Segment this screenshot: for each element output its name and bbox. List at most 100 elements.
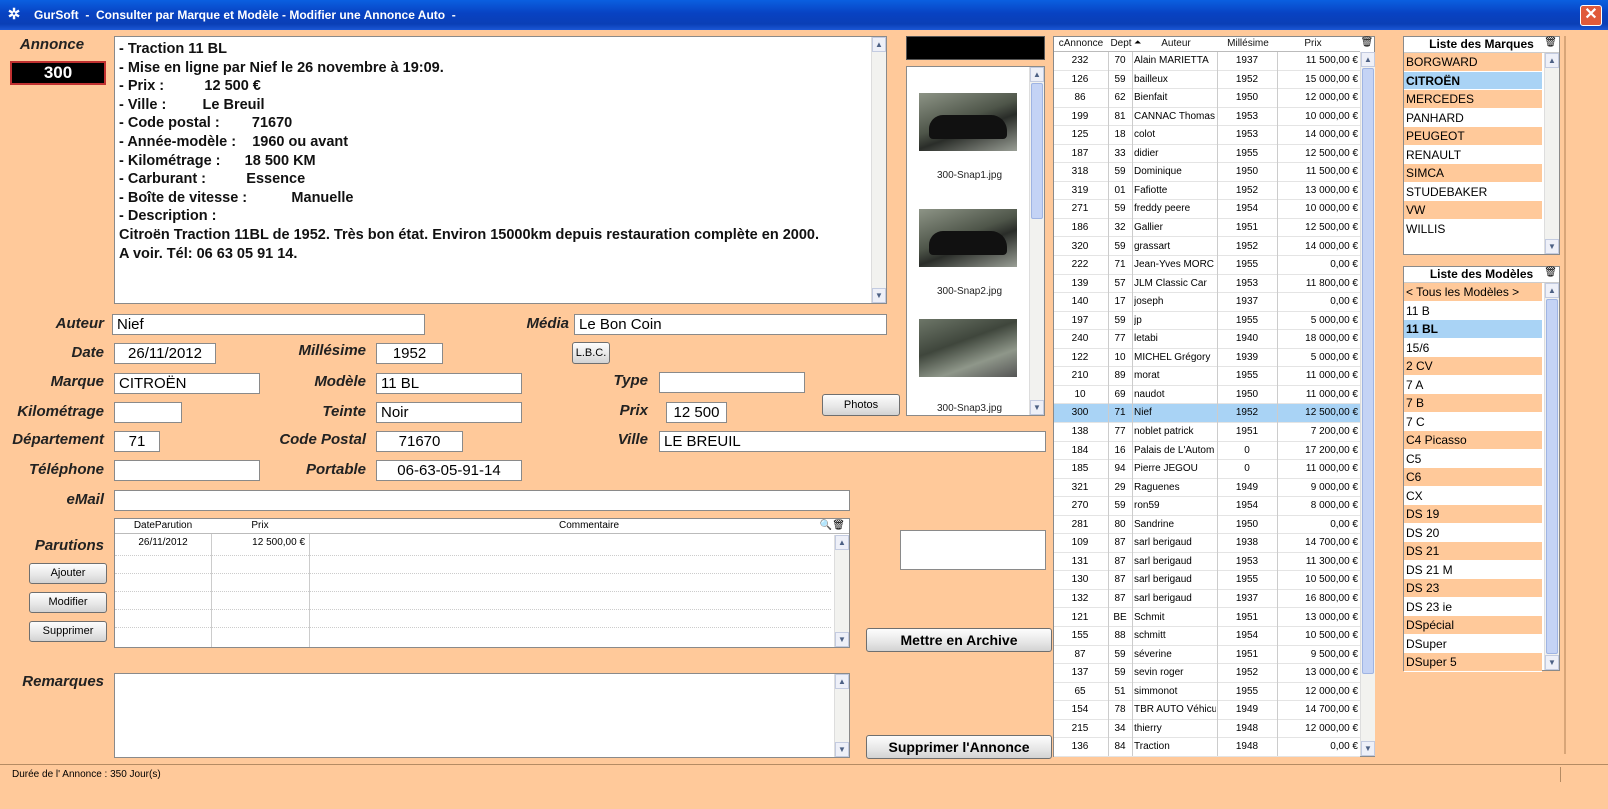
parutions-table[interactable]: DateParution Prix Commentaire 🔍🗑 26/11/2…	[114, 518, 850, 648]
list-item[interactable]: DSpécial	[1404, 616, 1542, 635]
table-row[interactable]: 185 94 Pierre JEGOU 0 11 000,00 €	[1054, 460, 1360, 479]
photo-thumbnail-2[interactable]	[919, 209, 1017, 267]
list-item[interactable]: DS 19	[1404, 505, 1542, 524]
header-auteur[interactable]: Auteur	[1134, 38, 1218, 49]
table-row[interactable]: 139 57 JLM Classic Car 1953 11 800,00 €	[1054, 275, 1360, 294]
ville-field[interactable]: LE BREUIL	[659, 431, 1046, 452]
code-postal-field[interactable]: 71670	[376, 431, 463, 452]
modeles-scrollbar[interactable]: ▲ ▼	[1544, 283, 1559, 670]
table-row[interactable]: 320 59 grassart 1952 14 000,00 €	[1054, 238, 1360, 257]
kilometrage-field[interactable]	[114, 402, 182, 423]
list-item[interactable]: MERCEDES	[1404, 90, 1542, 109]
table-row[interactable]: 300 71 Nief 1952 12 500,00 €	[1054, 404, 1360, 423]
table-row[interactable]: 210 89 morat 1955 11 000,00 €	[1054, 367, 1360, 386]
auteur-field[interactable]: Nief	[112, 314, 425, 335]
list-item[interactable]: DS 21 M	[1404, 561, 1542, 579]
annonce-text-area[interactable]: - Traction 11 BL - Mise en ligne par Nief…	[114, 36, 887, 304]
list-item[interactable]: DSuper	[1404, 635, 1542, 653]
table-row[interactable]: 215 34 thierry 1948 12 000,00 €	[1054, 720, 1360, 739]
scroll-up-icon[interactable]: ▲	[1030, 67, 1044, 82]
marques-scrollbar[interactable]: ▲ ▼	[1544, 53, 1559, 254]
list-item[interactable]: DSuper 5	[1404, 653, 1542, 672]
table-row[interactable]: 321 29 Raguenes 1949 9 000,00 €	[1054, 479, 1360, 498]
list-item[interactable]: 15/6	[1404, 339, 1542, 357]
prix-field[interactable]: 12 500	[666, 402, 727, 423]
remarques-scrollbar[interactable]: ▲ ▼	[834, 674, 849, 757]
photo-strip[interactable]: 300-Snap1.jpg 300-Snap2.jpg 300-Snap3.jp…	[906, 66, 1045, 416]
table-row[interactable]: 87 59 séverine 1951 9 500,00 €	[1054, 646, 1360, 665]
parutions-scrollbar[interactable]: ▲ ▼	[834, 535, 849, 647]
trash-icon[interactable]: 🗑	[1544, 37, 1557, 48]
header-millesime[interactable]: Millésime	[1218, 38, 1278, 49]
portable-field[interactable]: 06-63-05-91-14	[376, 460, 522, 481]
list-item[interactable]: PANHARD	[1404, 109, 1542, 127]
telephone-field[interactable]	[114, 460, 260, 481]
table-row[interactable]: 271 59 freddy peere 1954 10 000,00 €	[1054, 200, 1360, 219]
table-row[interactable]: 184 16 Palais de L'Autom 0 17 200,00 €	[1054, 442, 1360, 461]
table-row[interactable]: 140 17 joseph 1937 0,00 €	[1054, 293, 1360, 312]
list-item[interactable]: 11 B	[1404, 302, 1542, 320]
media-field[interactable]: Le Bon Coin	[574, 314, 887, 335]
teinte-field[interactable]: Noir	[376, 402, 522, 423]
table-row[interactable]: 222 71 Jean-Yves MORC 1955 0,00 €	[1054, 256, 1360, 275]
archive-button[interactable]: Mettre en Archive	[866, 628, 1052, 652]
list-item[interactable]: WILLIS	[1404, 220, 1542, 238]
scroll-down-icon[interactable]: ▼	[872, 288, 886, 303]
list-item[interactable]: C4 Picasso	[1404, 431, 1542, 450]
table-row[interactable]: 109 87 sarl berigaud 1938 14 700,00 €	[1054, 534, 1360, 553]
photo-thumbnail-3[interactable]	[919, 319, 1017, 377]
annonces-list[interactable]: cAnnonce Dept ⏶ Auteur Millésime Prix 🗑 …	[1053, 36, 1375, 757]
trash-icon[interactable]: 🗑	[1360, 37, 1374, 51]
table-row[interactable]: 126 59 bailleux 1952 15 000,00 €	[1054, 71, 1360, 90]
table-row[interactable]: 240 77 letabi 1940 18 000,00 €	[1054, 330, 1360, 349]
scroll-down-icon[interactable]: ▼	[1545, 239, 1559, 254]
list-item[interactable]: 11 BL	[1404, 320, 1542, 339]
table-row[interactable]: 155 88 schmitt 1954 10 500,00 €	[1054, 627, 1360, 646]
scroll-down-icon[interactable]: ▼	[835, 742, 849, 757]
table-row[interactable]: 138 77 noblet patrick 1951 7 200,00 €	[1054, 423, 1360, 442]
marques-list[interactable]: Liste des Marques 🗑 BORGWARD CITROËN MERCE…	[1403, 36, 1560, 255]
search-trash-icon[interactable]: 🔍🗑	[820, 520, 845, 531]
table-row[interactable]: 154 78 TBR AUTO Véhicu 1949 14 700,00 €	[1054, 701, 1360, 720]
annonce-text-scrollbar[interactable]: ▲ ▼	[871, 37, 886, 303]
photos-button[interactable]: Photos	[822, 394, 900, 416]
millesime-field[interactable]: 1952	[376, 343, 443, 364]
modeles-list[interactable]: Liste des Modèles 🗑 < Tous les Modèles >…	[1403, 266, 1560, 672]
edit-parution-button[interactable]: Modifier	[29, 592, 107, 613]
list-item[interactable]: < Tous les Modèles >	[1404, 283, 1542, 302]
lbc-button[interactable]: L.B.C.	[572, 342, 610, 364]
date-field[interactable]: 26/11/2012	[114, 343, 216, 364]
header-prix[interactable]: Prix	[1278, 38, 1348, 49]
list-item[interactable]: 7 C	[1404, 413, 1542, 431]
header-date-parution[interactable]: DateParution	[115, 520, 211, 531]
scroll-up-icon[interactable]: ▲	[872, 37, 886, 52]
table-row[interactable]: 86 62 Bienfait 1950 12 000,00 €	[1054, 89, 1360, 108]
remarques-field[interactable]: ▲ ▼	[114, 673, 850, 758]
modele-field[interactable]: 11 BL	[376, 373, 522, 394]
app-gear-icon[interactable]: ✲	[6, 7, 22, 23]
scroll-down-icon[interactable]: ▼	[835, 632, 849, 647]
scroll-down-icon[interactable]: ▼	[1030, 400, 1044, 415]
header-commentaire[interactable]: Commentaire	[309, 520, 869, 531]
table-row[interactable]: 318 59 Dominique 1950 11 500,00 €	[1054, 163, 1360, 182]
scroll-thumb[interactable]	[1546, 299, 1558, 654]
table-row[interactable]: 281 80 Sandrine 1950 0,00 €	[1054, 516, 1360, 535]
scroll-up-icon[interactable]: ▲	[1545, 53, 1559, 68]
list-item[interactable]: 2 CV	[1404, 357, 1542, 376]
table-row[interactable]: 319 01 Fafiotte 1952 13 000,00 €	[1054, 182, 1360, 201]
list-item[interactable]: DS 21	[1404, 542, 1542, 561]
list-item[interactable]: CITROËN	[1404, 71, 1542, 90]
header-dept[interactable]: Dept	[1108, 38, 1134, 49]
photo-strip-scrollbar[interactable]: ▲ ▼	[1029, 67, 1044, 415]
list-item[interactable]: RENAULT	[1404, 146, 1542, 164]
add-parution-button[interactable]: Ajouter	[29, 563, 107, 584]
email-field[interactable]	[114, 490, 850, 511]
scroll-down-icon[interactable]: ▼	[1361, 741, 1375, 756]
table-row[interactable]: 136 84 Traction 1948 0,00 €	[1054, 738, 1360, 757]
table-row[interactable]: 130 87 sarl berigaud 1955 10 500,00 €	[1054, 571, 1360, 590]
list-item[interactable]: DS 23 ie	[1404, 598, 1542, 616]
scroll-thumb[interactable]	[1362, 68, 1374, 674]
annonces-list-scrollbar[interactable]: ▲ ▼	[1360, 52, 1375, 756]
table-row[interactable]: 186 32 Gallier 1951 12 500,00 €	[1054, 219, 1360, 238]
delete-annonce-button[interactable]: Supprimer l'Annonce	[866, 735, 1052, 759]
